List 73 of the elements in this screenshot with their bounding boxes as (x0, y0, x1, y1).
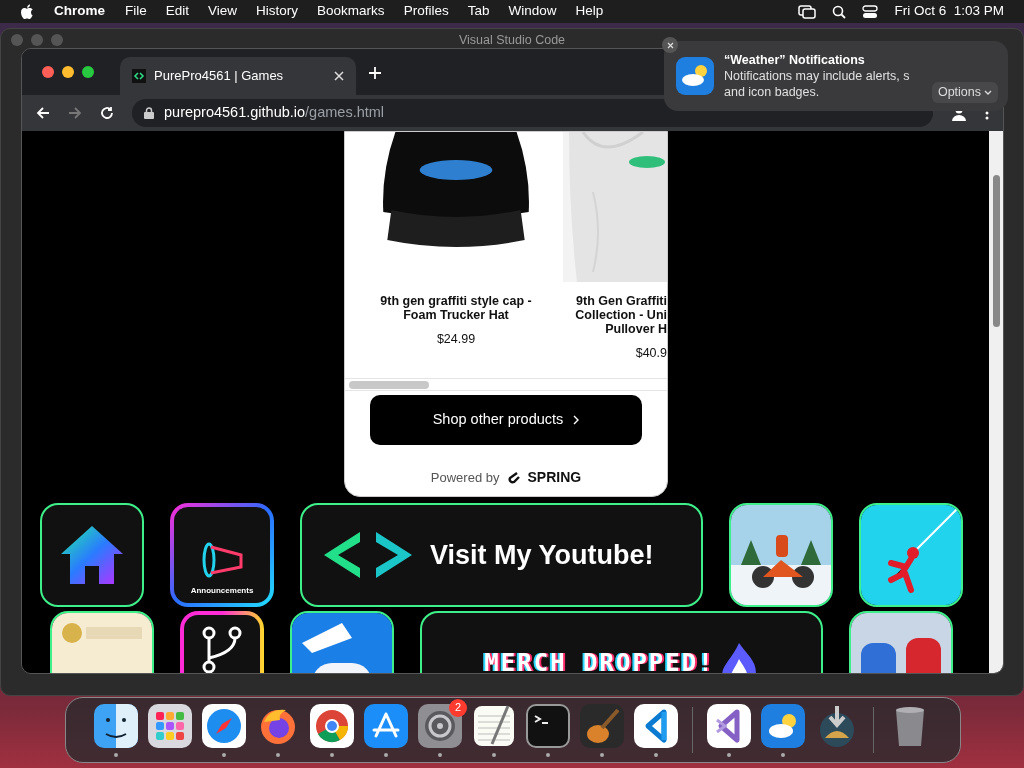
tab-title: PurePro4561 | Games (154, 67, 284, 86)
youtube-label: Visit My Youtube! (430, 538, 654, 572)
announcements-tile[interactable]: Announcements (170, 503, 274, 607)
finder-icon[interactable] (94, 703, 138, 748)
chrome-icon[interactable] (310, 703, 354, 748)
youtube-banner[interactable]: Visit My Youtube! (300, 503, 703, 607)
menu-bar-clock[interactable]: Fri Oct 6 1:03 PM (894, 1, 1004, 22)
grid-icon[interactable] (148, 703, 192, 748)
chevron-right-icon (573, 415, 580, 425)
window-title: Visual Studio Code (458, 31, 566, 49)
url-text: purepro4561.github.io/games.html (164, 103, 385, 123)
search-icon[interactable] (832, 4, 847, 19)
menu-item[interactable]: Tab (467, 1, 490, 22)
code-editor-icon[interactable] (634, 703, 678, 748)
brand-name[interactable]: SPRING (527, 467, 582, 488)
chevron-down-icon (984, 89, 992, 96)
guitar-icon[interactable] (580, 703, 624, 748)
notification-badge: 2 (449, 698, 467, 717)
apple-icon[interactable] (20, 3, 34, 20)
merch-banner[interactable]: MERCH DROPPED! (420, 611, 823, 673)
home-tile[interactable] (40, 503, 144, 607)
app-menu[interactable]: Chrome (54, 1, 105, 22)
product-card[interactable]: 9th Gen Graffiti Collection - Uni Pullover H $40.9 (563, 132, 667, 378)
product-card[interactable]: 9th gen graffiti style cap - Foam Trucker Hat $24.99 (355, 132, 557, 378)
spring-logo-icon (507, 470, 522, 485)
control-center-icon[interactable] (862, 4, 879, 19)
home-icon (61, 526, 123, 584)
maximize-window-button[interactable] (82, 66, 94, 78)
notification-body: Notifications may include alerts, s (724, 68, 910, 84)
menu-item[interactable]: File (125, 1, 147, 22)
vertical-scrollbar[interactable] (992, 175, 1000, 327)
forward-icon[interactable] (68, 106, 82, 120)
menu-item[interactable]: View (208, 1, 238, 22)
browser-tab[interactable]: PurePro4561 | Games (120, 57, 356, 95)
visual-studio-icon[interactable] (707, 703, 751, 748)
horizontal-scrollbar[interactable] (349, 381, 429, 389)
new-tab-icon[interactable] (368, 66, 382, 80)
minimize-window-button[interactable] (62, 66, 74, 78)
menu-item[interactable]: Bookmarks (317, 1, 385, 22)
options-button[interactable]: Options (931, 82, 998, 103)
menu-item[interactable]: History (256, 1, 299, 22)
menu-item[interactable]: Profiles (403, 1, 449, 22)
product-name: 9th gen graffiti style cap - (380, 294, 532, 308)
product-price: $40.9 (635, 345, 667, 362)
merch-label: MERCH DROPPED! (484, 649, 715, 673)
terminal-icon[interactable] (526, 703, 570, 748)
product-name: Collection - Uni (575, 308, 667, 322)
appstore-icon[interactable] (364, 703, 408, 748)
menu-item[interactable]: Edit (165, 1, 190, 22)
notepad-icon[interactable] (472, 703, 516, 748)
notification-title: “Weather” Notifications (724, 52, 866, 68)
close-icon (666, 41, 674, 49)
close-window-button[interactable] (42, 66, 54, 78)
gear-icon[interactable] (418, 703, 462, 748)
screen-mirroring-icon[interactable] (798, 4, 817, 19)
weather-icon (676, 57, 714, 95)
back-icon[interactable] (36, 106, 50, 120)
powered-by-text: Powered by (430, 468, 500, 487)
shop-other-products-button[interactable]: Shop other products (370, 395, 642, 445)
product-name: 9th Gen Graffiti (576, 294, 667, 308)
product-name: Pullover H (605, 322, 667, 336)
announcements-label: Announcements (190, 585, 254, 597)
lock-icon (144, 107, 154, 119)
menu-item[interactable]: Window (508, 1, 557, 22)
product-price: $24.99 (436, 331, 476, 348)
reload-icon[interactable] (100, 106, 114, 120)
favicon-icon (132, 69, 146, 83)
menu-item[interactable]: Help (575, 1, 604, 22)
notification-body: and icon badges. (724, 84, 821, 100)
close-icon[interactable] (334, 71, 344, 81)
weather-icon[interactable] (761, 703, 805, 748)
product-name: Foam Trucker Hat (403, 308, 509, 322)
compass-icon[interactable] (202, 703, 246, 748)
